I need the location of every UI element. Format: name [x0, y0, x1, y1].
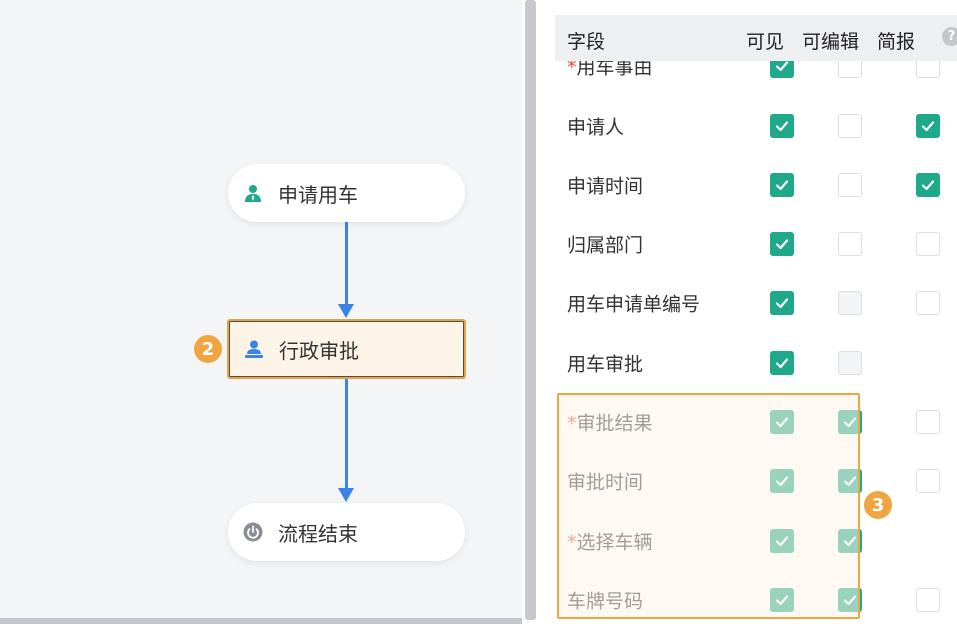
field-label-text: 审批结果	[576, 412, 653, 434]
visible-checkbox[interactable]	[770, 587, 794, 612]
editable-checkbox	[838, 290, 862, 315]
field-label-text: 用车申请单编号	[567, 293, 701, 315]
header-field: 字段	[567, 31, 606, 53]
flow-arrow-icon	[338, 304, 354, 318]
flow-node-end[interactable]: 流程结束	[228, 503, 465, 561]
field-label: *选择车辆	[567, 527, 653, 554]
table-row: 审批时间	[555, 451, 957, 510]
editable-checkbox[interactable]	[838, 528, 862, 553]
field-permission-panel: *用车事由 申请人 申请时间 归属部门 用车申请单编号 用车审批 *审批结果 审批时间 *选择车…	[539, 0, 957, 624]
visible-checkbox[interactable]	[770, 290, 794, 315]
workflow-editor: 申请用车 2 行政审批 流程结束 *用车事由 申请人 申请时间 归属部门 用车申…	[0, 0, 957, 624]
brief-checkbox[interactable]	[916, 113, 940, 138]
field-label-text: 申请时间	[567, 175, 644, 197]
visible-checkbox[interactable]	[770, 528, 794, 553]
flow-connector	[345, 222, 348, 308]
brief-checkbox[interactable]	[916, 468, 940, 493]
editable-checkbox[interactable]	[838, 587, 862, 612]
table-row: 用车审批	[555, 333, 957, 392]
visible-checkbox[interactable]	[770, 172, 794, 197]
header-visible: 可见	[746, 31, 785, 53]
flow-node-admin-approval[interactable]: 行政审批	[227, 319, 466, 379]
required-mark: *	[567, 412, 577, 434]
horizontal-scrollbar[interactable]	[0, 618, 522, 624]
panel-splitter[interactable]	[522, 0, 539, 624]
table-row: 车牌号码	[555, 570, 957, 624]
field-label: 审批时间	[567, 467, 643, 494]
required-mark: *	[567, 531, 577, 553]
user-applicant-icon	[242, 182, 264, 204]
table-row: 申请人	[555, 96, 957, 155]
header-editable: 可编辑	[802, 31, 860, 53]
field-label: 申请时间	[567, 171, 643, 198]
flow-canvas[interactable]: 申请用车 2 行政审批 流程结束	[0, 0, 522, 624]
field-label: 申请人	[567, 112, 624, 139]
field-label: 车牌号码	[567, 586, 643, 613]
brief-checkbox[interactable]	[916, 172, 940, 197]
field-label: 归属部门	[567, 230, 643, 257]
flow-node-label: 申请用车	[278, 182, 358, 207]
field-label: *审批结果	[567, 408, 653, 435]
editable-checkbox[interactable]	[838, 231, 862, 256]
vertical-scrollbar[interactable]	[525, 0, 536, 620]
table-row: *审批结果	[555, 392, 957, 451]
field-label-text: 申请人	[567, 116, 625, 138]
editable-checkbox	[838, 350, 862, 375]
help-icon[interactable]: ?	[942, 27, 957, 46]
header-brief: 简报	[877, 31, 916, 53]
editable-checkbox[interactable]	[838, 172, 862, 197]
table-row: 归属部门	[555, 214, 957, 273]
visible-checkbox[interactable]	[770, 113, 794, 138]
visible-checkbox[interactable]	[770, 231, 794, 256]
visible-checkbox[interactable]	[770, 468, 794, 493]
editable-checkbox[interactable]	[838, 468, 862, 493]
field-label-text: 选择车辆	[576, 531, 653, 553]
field-label-text: 用车审批	[567, 353, 644, 375]
visible-checkbox[interactable]	[770, 409, 794, 434]
brief-checkbox[interactable]	[916, 290, 940, 315]
flow-node-apply[interactable]: 申请用车	[228, 164, 465, 222]
editable-checkbox[interactable]	[838, 409, 862, 434]
flow-connector	[345, 378, 348, 490]
brief-checkbox[interactable]	[916, 409, 940, 434]
table-row: 用车申请单编号	[555, 273, 957, 332]
table-row: *选择车辆	[555, 511, 957, 570]
step-badge: 2	[194, 335, 222, 363]
brief-checkbox[interactable]	[916, 587, 940, 612]
power-end-icon	[242, 521, 264, 543]
field-table-header: 字段 可见 可编辑 简报 ?	[555, 15, 957, 61]
field-label: 用车申请单编号	[567, 289, 700, 316]
visible-checkbox[interactable]	[770, 350, 794, 375]
table-row: 申请时间	[555, 155, 957, 214]
editable-checkbox[interactable]	[838, 113, 862, 138]
user-approver-icon	[243, 338, 265, 360]
brief-checkbox[interactable]	[916, 231, 940, 256]
field-label-text: 车牌号码	[567, 590, 644, 612]
flow-arrow-icon	[338, 488, 354, 502]
field-label: 用车审批	[567, 349, 643, 376]
step-badge: 3	[864, 491, 892, 519]
field-label-text: 归属部门	[567, 234, 644, 256]
field-label-text: 审批时间	[567, 471, 644, 493]
flow-node-label: 流程结束	[278, 521, 358, 546]
flow-node-label: 行政审批	[279, 338, 359, 363]
